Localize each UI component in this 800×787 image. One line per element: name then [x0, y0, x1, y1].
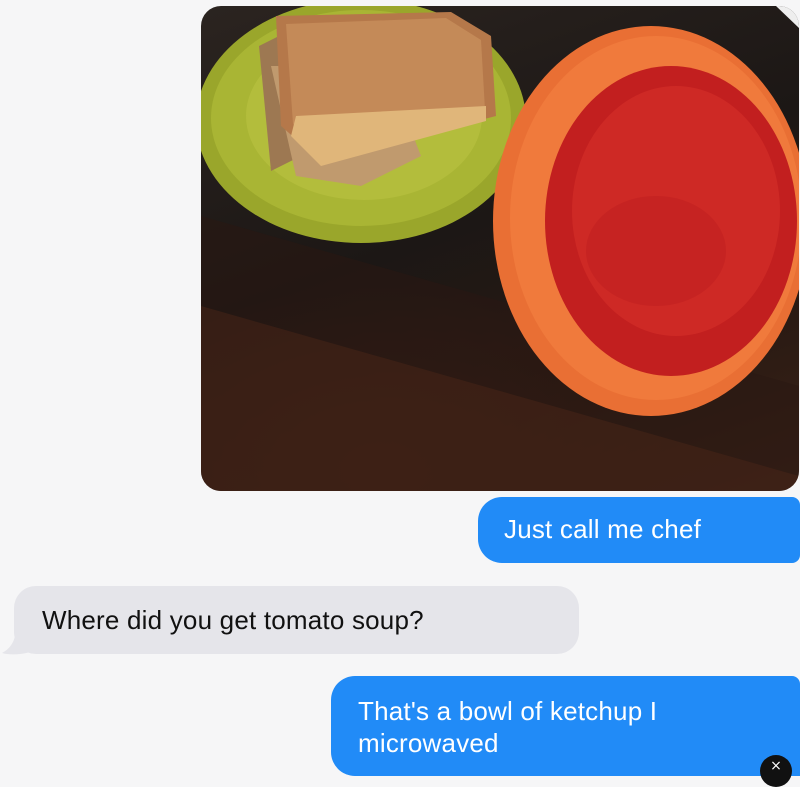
incoming-bubble-tail — [2, 628, 30, 655]
food-photo — [201, 6, 799, 491]
message-text: Just call me chef — [504, 514, 702, 544]
incoming-message-bubble[interactable]: Where did you get tomato soup? — [14, 586, 579, 654]
outgoing-message-bubble[interactable]: That's a bowl of ketchup I microwaved — [331, 676, 800, 776]
outgoing-message-bubble[interactable]: Just call me chef — [478, 497, 800, 563]
close-icon[interactable]: × — [760, 755, 792, 787]
orange-bowl — [493, 26, 799, 416]
message-thread: Just call me chef Where did you get toma… — [0, 0, 800, 787]
photo-message[interactable] — [201, 6, 799, 491]
message-text: That's a bowl of ketchup I microwaved — [358, 696, 658, 758]
message-text: Where did you get tomato soup? — [42, 605, 424, 635]
